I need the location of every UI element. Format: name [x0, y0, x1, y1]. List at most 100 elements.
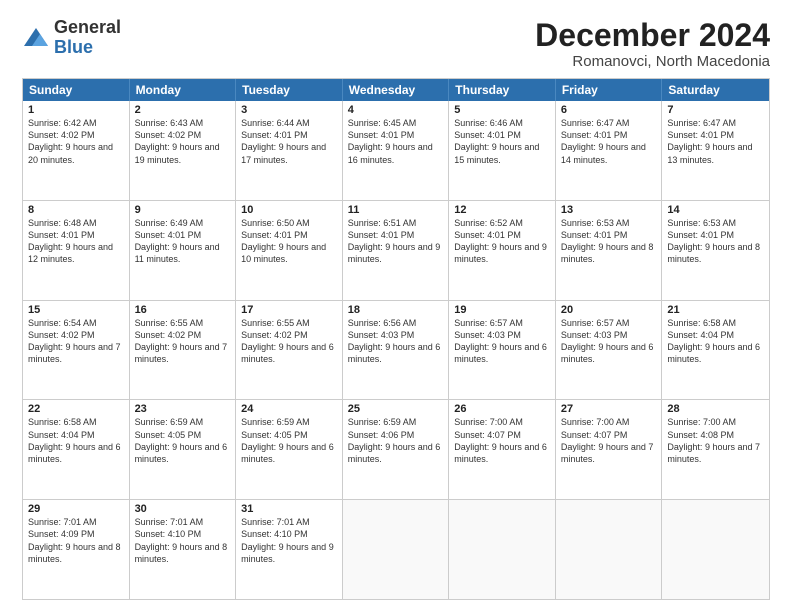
day-number: 5	[454, 104, 550, 116]
day-number: 7	[667, 104, 764, 116]
subtitle: Romanovci, North Macedonia	[535, 53, 770, 70]
day-number: 16	[135, 304, 231, 316]
day-info: Sunrise: 7:00 AM Sunset: 4:07 PM Dayligh…	[454, 416, 550, 465]
cal-header-day: Wednesday	[343, 79, 450, 101]
table-row: 17 Sunrise: 6:55 AM Sunset: 4:02 PM Dayl…	[236, 301, 343, 400]
day-number: 23	[135, 403, 231, 415]
cal-header-day: Tuesday	[236, 79, 343, 101]
table-row: 10 Sunrise: 6:50 AM Sunset: 4:01 PM Dayl…	[236, 201, 343, 300]
day-info: Sunrise: 7:00 AM Sunset: 4:07 PM Dayligh…	[561, 416, 657, 465]
calendar-week: 8 Sunrise: 6:48 AM Sunset: 4:01 PM Dayli…	[23, 200, 769, 300]
logo-icon	[22, 24, 50, 52]
day-info: Sunrise: 6:57 AM Sunset: 4:03 PM Dayligh…	[454, 317, 550, 366]
cal-header-day: Sunday	[23, 79, 130, 101]
day-info: Sunrise: 6:59 AM Sunset: 4:05 PM Dayligh…	[241, 416, 337, 465]
day-info: Sunrise: 7:01 AM Sunset: 4:09 PM Dayligh…	[28, 516, 124, 565]
table-row: 3 Sunrise: 6:44 AM Sunset: 4:01 PM Dayli…	[236, 101, 343, 200]
day-info: Sunrise: 6:52 AM Sunset: 4:01 PM Dayligh…	[454, 217, 550, 266]
calendar-header: SundayMondayTuesdayWednesdayThursdayFrid…	[23, 79, 769, 101]
day-info: Sunrise: 6:58 AM Sunset: 4:04 PM Dayligh…	[28, 416, 124, 465]
table-row: 7 Sunrise: 6:47 AM Sunset: 4:01 PM Dayli…	[662, 101, 769, 200]
table-row: 8 Sunrise: 6:48 AM Sunset: 4:01 PM Dayli…	[23, 201, 130, 300]
table-row: 15 Sunrise: 6:54 AM Sunset: 4:02 PM Dayl…	[23, 301, 130, 400]
table-row: 21 Sunrise: 6:58 AM Sunset: 4:04 PM Dayl…	[662, 301, 769, 400]
day-number: 3	[241, 104, 337, 116]
table-row	[449, 500, 556, 599]
table-row: 9 Sunrise: 6:49 AM Sunset: 4:01 PM Dayli…	[130, 201, 237, 300]
calendar-week: 22 Sunrise: 6:58 AM Sunset: 4:04 PM Dayl…	[23, 399, 769, 499]
day-info: Sunrise: 6:55 AM Sunset: 4:02 PM Dayligh…	[135, 317, 231, 366]
cal-header-day: Saturday	[662, 79, 769, 101]
table-row: 4 Sunrise: 6:45 AM Sunset: 4:01 PM Dayli…	[343, 101, 450, 200]
logo-blue: Blue	[54, 37, 93, 57]
table-row: 23 Sunrise: 6:59 AM Sunset: 4:05 PM Dayl…	[130, 400, 237, 499]
day-info: Sunrise: 6:44 AM Sunset: 4:01 PM Dayligh…	[241, 117, 337, 166]
day-number: 11	[348, 204, 444, 216]
table-row: 27 Sunrise: 7:00 AM Sunset: 4:07 PM Dayl…	[556, 400, 663, 499]
day-info: Sunrise: 6:53 AM Sunset: 4:01 PM Dayligh…	[561, 217, 657, 266]
calendar-week: 15 Sunrise: 6:54 AM Sunset: 4:02 PM Dayl…	[23, 300, 769, 400]
day-info: Sunrise: 7:01 AM Sunset: 4:10 PM Dayligh…	[135, 516, 231, 565]
page: General Blue December 2024 Romanovci, No…	[0, 0, 792, 612]
day-info: Sunrise: 6:56 AM Sunset: 4:03 PM Dayligh…	[348, 317, 444, 366]
day-number: 31	[241, 503, 337, 515]
day-number: 18	[348, 304, 444, 316]
table-row	[556, 500, 663, 599]
day-number: 13	[561, 204, 657, 216]
main-title: December 2024	[535, 18, 770, 53]
table-row: 25 Sunrise: 6:59 AM Sunset: 4:06 PM Dayl…	[343, 400, 450, 499]
cal-header-day: Thursday	[449, 79, 556, 101]
day-number: 17	[241, 304, 337, 316]
table-row: 28 Sunrise: 7:00 AM Sunset: 4:08 PM Dayl…	[662, 400, 769, 499]
day-number: 20	[561, 304, 657, 316]
day-number: 9	[135, 204, 231, 216]
table-row: 5 Sunrise: 6:46 AM Sunset: 4:01 PM Dayli…	[449, 101, 556, 200]
logo-general: General	[54, 17, 121, 37]
day-number: 8	[28, 204, 124, 216]
day-number: 30	[135, 503, 231, 515]
day-number: 25	[348, 403, 444, 415]
table-row: 30 Sunrise: 7:01 AM Sunset: 4:10 PM Dayl…	[130, 500, 237, 599]
table-row	[662, 500, 769, 599]
table-row: 16 Sunrise: 6:55 AM Sunset: 4:02 PM Dayl…	[130, 301, 237, 400]
table-row: 20 Sunrise: 6:57 AM Sunset: 4:03 PM Dayl…	[556, 301, 663, 400]
day-info: Sunrise: 6:51 AM Sunset: 4:01 PM Dayligh…	[348, 217, 444, 266]
table-row: 14 Sunrise: 6:53 AM Sunset: 4:01 PM Dayl…	[662, 201, 769, 300]
day-number: 1	[28, 104, 124, 116]
day-number: 15	[28, 304, 124, 316]
day-number: 4	[348, 104, 444, 116]
title-block: December 2024 Romanovci, North Macedonia	[535, 18, 770, 70]
table-row: 13 Sunrise: 6:53 AM Sunset: 4:01 PM Dayl…	[556, 201, 663, 300]
day-info: Sunrise: 6:48 AM Sunset: 4:01 PM Dayligh…	[28, 217, 124, 266]
day-info: Sunrise: 6:49 AM Sunset: 4:01 PM Dayligh…	[135, 217, 231, 266]
day-info: Sunrise: 6:50 AM Sunset: 4:01 PM Dayligh…	[241, 217, 337, 266]
day-info: Sunrise: 7:00 AM Sunset: 4:08 PM Dayligh…	[667, 416, 764, 465]
calendar: SundayMondayTuesdayWednesdayThursdayFrid…	[22, 78, 770, 600]
day-info: Sunrise: 6:59 AM Sunset: 4:05 PM Dayligh…	[135, 416, 231, 465]
day-number: 10	[241, 204, 337, 216]
day-info: Sunrise: 6:47 AM Sunset: 4:01 PM Dayligh…	[561, 117, 657, 166]
day-info: Sunrise: 6:53 AM Sunset: 4:01 PM Dayligh…	[667, 217, 764, 266]
day-number: 21	[667, 304, 764, 316]
table-row: 22 Sunrise: 6:58 AM Sunset: 4:04 PM Dayl…	[23, 400, 130, 499]
day-info: Sunrise: 6:59 AM Sunset: 4:06 PM Dayligh…	[348, 416, 444, 465]
day-number: 28	[667, 403, 764, 415]
day-info: Sunrise: 6:57 AM Sunset: 4:03 PM Dayligh…	[561, 317, 657, 366]
table-row: 1 Sunrise: 6:42 AM Sunset: 4:02 PM Dayli…	[23, 101, 130, 200]
table-row: 6 Sunrise: 6:47 AM Sunset: 4:01 PM Dayli…	[556, 101, 663, 200]
day-info: Sunrise: 6:58 AM Sunset: 4:04 PM Dayligh…	[667, 317, 764, 366]
day-info: Sunrise: 6:55 AM Sunset: 4:02 PM Dayligh…	[241, 317, 337, 366]
logo: General Blue	[22, 18, 121, 58]
day-number: 26	[454, 403, 550, 415]
day-info: Sunrise: 6:45 AM Sunset: 4:01 PM Dayligh…	[348, 117, 444, 166]
day-number: 14	[667, 204, 764, 216]
table-row: 12 Sunrise: 6:52 AM Sunset: 4:01 PM Dayl…	[449, 201, 556, 300]
day-number: 2	[135, 104, 231, 116]
day-info: Sunrise: 7:01 AM Sunset: 4:10 PM Dayligh…	[241, 516, 337, 565]
calendar-body: 1 Sunrise: 6:42 AM Sunset: 4:02 PM Dayli…	[23, 101, 769, 599]
day-info: Sunrise: 6:47 AM Sunset: 4:01 PM Dayligh…	[667, 117, 764, 166]
calendar-week: 29 Sunrise: 7:01 AM Sunset: 4:09 PM Dayl…	[23, 499, 769, 599]
day-info: Sunrise: 6:43 AM Sunset: 4:02 PM Dayligh…	[135, 117, 231, 166]
day-info: Sunrise: 6:46 AM Sunset: 4:01 PM Dayligh…	[454, 117, 550, 166]
cal-header-day: Friday	[556, 79, 663, 101]
